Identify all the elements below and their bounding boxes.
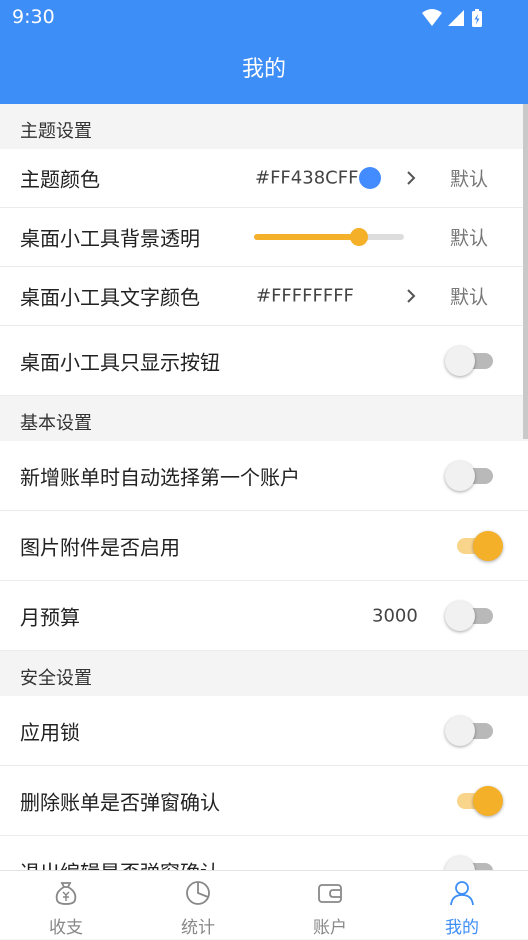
widget-text-color-value: #FFFFFFFF: [256, 285, 354, 307]
image-attachments-toggle[interactable]: [445, 529, 505, 563]
app-lock-label: 应用锁: [20, 720, 80, 744]
monthly-budget-toggle[interactable]: [445, 599, 505, 633]
tab-statistics[interactable]: 统计: [132, 871, 264, 940]
auto-select-account-toggle[interactable]: [445, 459, 505, 493]
person-icon: [450, 881, 474, 906]
delete-confirm-row[interactable]: 删除账单是否弹窗确认: [0, 766, 528, 836]
app-lock-toggle[interactable]: [445, 714, 505, 748]
widget-bg-alpha-row[interactable]: 桌面小工具背景透明 默认: [0, 208, 528, 267]
theme-color-reset-button[interactable]: 默认: [450, 165, 488, 192]
delete-confirm-label: 删除账单是否弹窗确认: [20, 790, 220, 814]
theme-color-row[interactable]: 主题颜色 #FF438CFF 默认: [0, 149, 528, 208]
tab-statistics-label: 统计: [181, 918, 215, 938]
widget-bg-alpha-slider[interactable]: [254, 228, 404, 246]
page-title: 我的: [241, 57, 286, 82]
chevron-right-icon[interactable]: [402, 287, 420, 305]
pie-chart-icon: [186, 881, 210, 905]
status-bar: 9:30: [0, 0, 528, 36]
widget-bg-alpha-label: 桌面小工具背景透明: [20, 226, 200, 251]
widget-buttons-only-label: 桌面小工具只显示按钮: [20, 350, 220, 374]
tab-income-expense-label: 收支: [49, 918, 83, 938]
slider-fill: [254, 234, 359, 240]
theme-color-swatch: [359, 167, 381, 189]
status-icons: [422, 9, 482, 27]
theme-color-value: #FF438CFF: [255, 167, 359, 189]
section-header-security: 安全设置: [0, 651, 528, 696]
monthly-budget-row[interactable]: 月预算 3000: [0, 581, 528, 651]
slider-thumb[interactable]: [350, 228, 368, 246]
section-header-basic: 基本设置: [0, 396, 528, 441]
widget-bg-alpha-reset-button[interactable]: 默认: [450, 224, 488, 251]
exit-edit-confirm-label: 退出编辑是否弹窗确认: [20, 856, 220, 870]
settings-list[interactable]: 主题设置 主题颜色 #FF438CFF 默认 桌面小工具背景透明 默认 桌面小工…: [0, 104, 528, 870]
auto-select-account-label: 新增账单时自动选择第一个账户: [20, 465, 300, 489]
widget-text-color-label: 桌面小工具文字颜色: [20, 285, 200, 310]
tab-accounts[interactable]: 账户: [264, 871, 396, 940]
widget-text-color-reset-button[interactable]: 默认: [450, 283, 488, 310]
image-attachments-label: 图片附件是否启用: [20, 535, 180, 559]
scrollbar[interactable]: [523, 104, 528, 439]
monthly-budget-label: 月预算: [20, 605, 80, 629]
battery-icon: [472, 9, 482, 27]
widget-buttons-only-toggle[interactable]: [445, 344, 505, 378]
delete-confirm-toggle[interactable]: [445, 784, 505, 818]
signal-icon: [448, 10, 464, 26]
section-header-theme: 主题设置: [0, 104, 528, 149]
exit-edit-confirm-toggle[interactable]: [445, 854, 505, 870]
bottom-nav: 收支 统计 账户 我的: [0, 870, 528, 939]
auto-select-account-row[interactable]: 新增账单时自动选择第一个账户: [0, 441, 528, 511]
wifi-icon: [422, 9, 442, 26]
status-time: 9:30: [12, 6, 55, 28]
tab-accounts-label: 账户: [313, 918, 347, 938]
monthly-budget-value[interactable]: 3000: [372, 605, 418, 626]
app-lock-row[interactable]: 应用锁: [0, 696, 528, 766]
money-bag-icon: [55, 882, 77, 905]
tab-mine[interactable]: 我的: [396, 871, 528, 940]
image-attachments-row[interactable]: 图片附件是否启用: [0, 511, 528, 581]
widget-text-color-row[interactable]: 桌面小工具文字颜色 #FFFFFFFF 默认: [0, 267, 528, 326]
widget-buttons-only-row[interactable]: 桌面小工具只显示按钮: [0, 326, 528, 396]
tab-mine-label: 我的: [445, 918, 479, 938]
app-bar: 我的: [0, 36, 528, 104]
chevron-right-icon[interactable]: [402, 169, 420, 187]
exit-edit-confirm-row[interactable]: 退出编辑是否弹窗确认: [0, 836, 528, 870]
wallet-icon: [318, 884, 342, 903]
theme-color-label: 主题颜色: [20, 167, 100, 192]
tab-income-expense[interactable]: 收支: [0, 871, 132, 940]
